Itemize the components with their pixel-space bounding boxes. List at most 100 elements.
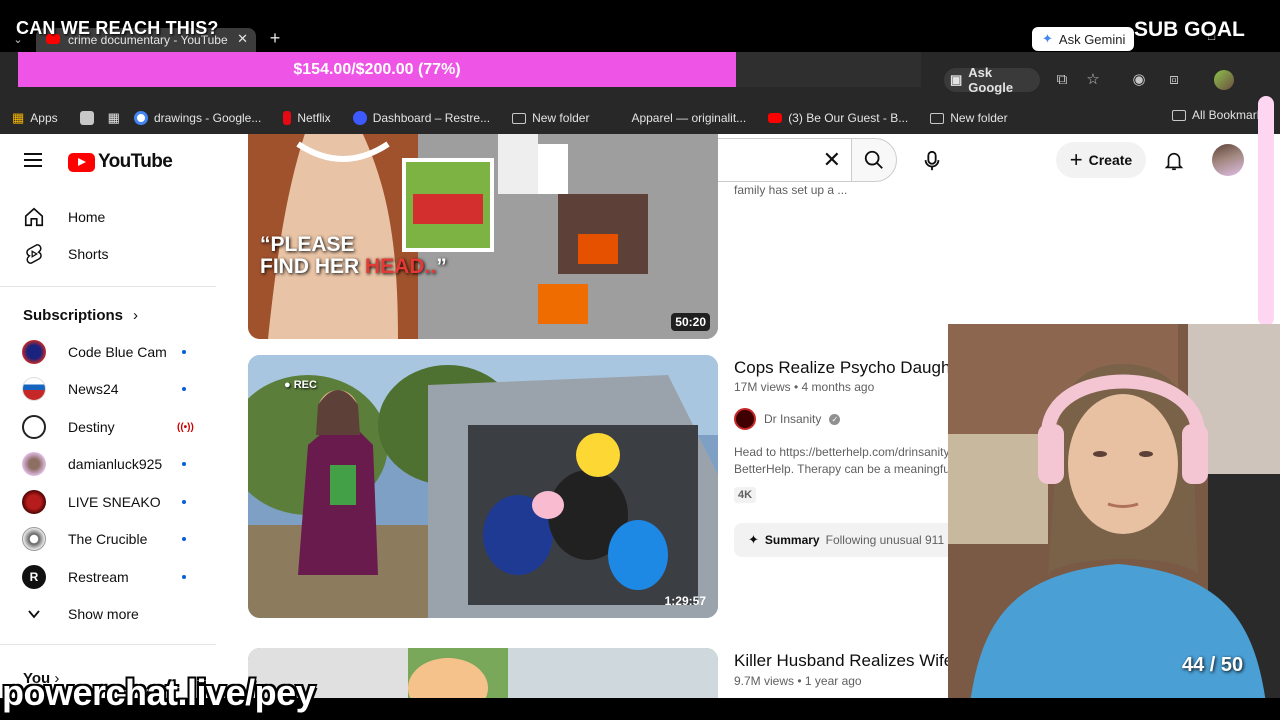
channel-name: The Crucible	[68, 531, 148, 547]
video-title[interactable]: Cops Realize Psycho Daught	[734, 358, 955, 378]
bookmark-label: Dashboard – Restre...	[372, 111, 491, 125]
bookmark-drawings[interactable]: drawings - Google...	[133, 111, 261, 125]
youtube-icon	[768, 113, 783, 123]
ask-google-label: Ask Google	[968, 65, 1014, 95]
extensions-puzzle-icon[interactable]: ⧈	[1164, 70, 1184, 90]
menu-hamburger-icon[interactable]	[24, 153, 42, 167]
description-line: Head to https://betterhelp.com/drinsanit…	[734, 445, 948, 459]
new-content-dot	[182, 537, 186, 541]
bookmark-label: Apps	[30, 111, 58, 125]
sidebar-channel-the-crucible[interactable]: The Crucible	[12, 521, 212, 557]
bookmark-netflix[interactable]: Netflix	[283, 111, 331, 125]
sidebar-channel-destiny[interactable]: Destiny ((•))	[12, 409, 212, 445]
show-more-button[interactable]: Show more	[12, 596, 212, 632]
tab-close-icon[interactable]: ✕	[237, 31, 248, 47]
sidebar-channel-news24[interactable]: News24	[12, 371, 212, 407]
channel-avatar	[22, 377, 46, 401]
rec-text: REC	[293, 379, 317, 391]
description-line: BetterHelp. Therapy can be a meaningful …	[734, 462, 948, 476]
sidebar-divider	[0, 644, 216, 645]
sidebar-channel-restream[interactable]: R Restream	[12, 559, 212, 595]
bookmark-grid[interactable]: ▦	[108, 110, 120, 126]
create-button[interactable]: + Create	[1056, 142, 1146, 178]
video-thumbnail-image	[248, 648, 718, 698]
search-button[interactable]	[851, 138, 897, 182]
summary-label: Summary	[764, 533, 820, 547]
sidebar-channel-damianluck925[interactable]: damianluck925	[12, 446, 212, 482]
extension-media-icon[interactable]: ◉	[1129, 70, 1149, 90]
account-avatar[interactable]	[1212, 144, 1244, 176]
grid-icon: ▦	[107, 110, 120, 125]
cam-counter: 44 / 50	[1182, 654, 1244, 676]
gemini-spark-icon: ✦	[1042, 31, 1053, 46]
channel-avatar	[734, 408, 756, 430]
new-content-dot	[182, 387, 186, 391]
folder-icon	[930, 112, 945, 124]
subscriptions-heading[interactable]: Subscriptions ›	[23, 307, 138, 324]
thumbnail-caption: “PLEASE FIND HER HEAD..”	[260, 234, 447, 278]
rec-label: ● REC	[284, 379, 317, 391]
channel-name: Destiny	[68, 419, 115, 435]
ai-summary-chip[interactable]: ✦ Summary Following unusual 911 ca	[734, 523, 948, 557]
bookmark-star-icon[interactable]: ☆	[1083, 70, 1103, 90]
bookmark-label: New folder	[532, 111, 590, 125]
channel-name: News24	[68, 381, 119, 397]
new-content-dot	[182, 575, 186, 579]
bookmark-apps[interactable]: ▦ Apps	[12, 110, 58, 126]
ask-google-button[interactable]: ▣ Ask Google	[944, 65, 1040, 95]
bookmark-blank[interactable]	[79, 111, 94, 125]
video-thumbnail-2[interactable]: ● REC 1:29:57	[248, 355, 718, 618]
browser-profile-avatar[interactable]	[1214, 70, 1234, 90]
summary-text: Following unusual 911 ca	[825, 533, 948, 547]
sidebar-item-home[interactable]: Home	[12, 199, 212, 235]
restream-icon	[352, 111, 367, 125]
ask-gemini-button[interactable]: ✦ Ask Gemini	[1032, 27, 1134, 51]
video-thumbnail-1[interactable]: “PLEASE FIND HER HEAD..” 50:20	[248, 134, 718, 339]
video-meta: 17M views • 4 months ago	[734, 380, 875, 394]
all-bookmarks[interactable]: All Bookmarks	[1172, 108, 1269, 122]
4k-badge: 4K	[734, 487, 757, 503]
verified-check-icon: ✓	[829, 413, 841, 425]
new-content-dot	[182, 500, 186, 504]
sparkle-icon: ✦	[748, 532, 759, 547]
plus-icon: +	[1069, 147, 1083, 172]
video-channel[interactable]: Dr Insanity ✓	[734, 408, 841, 430]
bookmark-label: Apparel — originalit...	[631, 111, 747, 125]
voice-search-button[interactable]	[912, 141, 952, 181]
lens-icon: ▣	[950, 72, 963, 87]
video-thumbnail-3[interactable]	[248, 648, 718, 698]
caption-line-1: “PLEASE	[260, 233, 355, 256]
bookmark-dashboard[interactable]: Dashboard – Restre...	[352, 111, 491, 125]
apparel-icon	[611, 111, 626, 125]
create-label: Create	[1088, 152, 1133, 168]
new-tab-plus-icon[interactable]: +	[265, 28, 285, 49]
notifications-bell-icon[interactable]	[1163, 150, 1185, 172]
search-icon	[864, 150, 883, 169]
bookmark-folder-1[interactable]: New folder	[512, 111, 589, 125]
sidebar-item-shorts[interactable]: Shorts	[12, 236, 212, 272]
scrollbar-thumb[interactable]	[1258, 96, 1274, 326]
chevron-down-icon	[22, 602, 46, 626]
channel-avatar	[22, 415, 46, 439]
bookmark-be-our-guest[interactable]: (3) Be Our Guest - B...	[768, 111, 908, 125]
install-app-icon[interactable]: ⧉	[1052, 70, 1072, 90]
sidebar: Home Shorts Subscriptions › Code Blue Ca…	[0, 188, 230, 698]
video-meta: 9.7M views • 1 year ago	[734, 674, 862, 688]
bookmarks-bar: ▦ Apps ▦ drawings - Google... Netflix Da…	[0, 102, 1280, 134]
channel-name: Dr Insanity	[764, 412, 822, 426]
channel-name: Restream	[68, 569, 129, 585]
channel-avatar	[22, 527, 46, 551]
sidebar-channel-code-blue-cam[interactable]: Code Blue Cam	[12, 334, 212, 370]
bookmark-apparel[interactable]: Apparel — originalit...	[611, 111, 746, 125]
netflix-icon	[283, 111, 292, 125]
search-clear-icon[interactable]: ✕	[823, 148, 841, 172]
channel-avatar	[22, 452, 46, 476]
bookmark-folder-2[interactable]: New folder	[930, 111, 1008, 125]
sidebar-divider	[0, 286, 216, 287]
channel-name: damianluck925	[68, 456, 163, 472]
video-title[interactable]: Killer Husband Realizes Wife	[734, 651, 953, 671]
sidebar-channel-live-sneako[interactable]: LIVE SNEAKO	[12, 484, 212, 520]
caption-line-2: FIND HER	[260, 255, 365, 278]
goal-progress-bar: $154.00/$200.00 (77%)	[18, 52, 921, 87]
youtube-logo[interactable]: YouTube	[68, 151, 173, 173]
